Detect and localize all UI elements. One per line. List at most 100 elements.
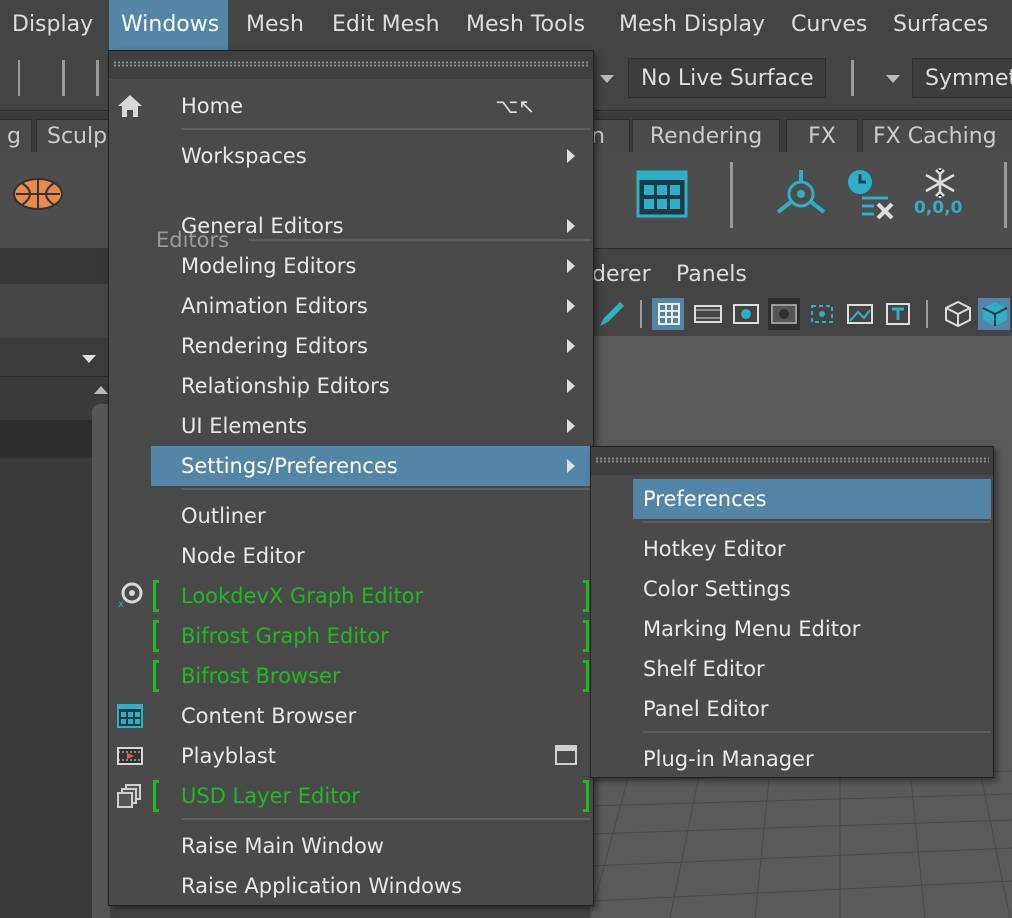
submenu-item-preferences[interactable]: Preferences [633, 479, 991, 519]
submenu-arrow-icon [567, 149, 575, 163]
menu-item-label: Raise Main Window [181, 834, 384, 858]
image-plane-icon[interactable] [844, 298, 876, 330]
scroll-up-icon[interactable] [94, 386, 108, 394]
viewport-menu-panels[interactable]: Panels [676, 258, 747, 292]
shelf-divider [1004, 162, 1007, 228]
menu-mesh[interactable]: Mesh [234, 0, 316, 50]
main-menubar: Display Windows Mesh Edit Mesh Mesh Tool… [0, 0, 1012, 50]
menu-item-label: Bifrost Graph Editor [181, 624, 389, 648]
submenu-arrow-icon [567, 379, 575, 393]
menu-separator [643, 731, 991, 733]
shelf-tab-fx-caching[interactable]: FX Caching [862, 119, 1012, 153]
status-divider [18, 60, 20, 96]
shelf-tab[interactable]: g [0, 119, 32, 153]
menu-item-node-editor[interactable]: Node Editor [151, 536, 591, 576]
menu-mesh-display[interactable]: Mesh Display [607, 0, 777, 50]
submenu-arrow-icon [567, 219, 575, 233]
menu-item-settings-preferences[interactable]: Settings/Preferences [151, 446, 591, 486]
chevron-down-icon[interactable] [600, 75, 614, 83]
menu-item-label: UI Elements [181, 414, 308, 438]
submenu-item-marking-menu-editor[interactable]: Marking Menu Editor [633, 609, 991, 649]
menu-item-usd-layer-editor[interactable]: USD Layer Editor [151, 776, 591, 816]
menu-curves[interactable]: Curves [779, 0, 879, 50]
menu-item-playblast[interactable]: Playblast [151, 736, 591, 776]
menu-edit-mesh[interactable]: Edit Mesh [320, 0, 452, 50]
viewport-menu-renderer[interactable]: derer [592, 258, 651, 292]
plugin-bracket-right [583, 660, 589, 692]
menu-item-label: Bifrost Browser [181, 664, 341, 688]
home-icon [118, 95, 142, 117]
shelf-tab-sculpting[interactable]: Sculp [36, 119, 116, 153]
shelf-tab-rendering[interactable]: Rendering [632, 119, 780, 153]
menu-item-modeling-editors[interactable]: Modeling Editors [151, 246, 591, 286]
menu-icon-strip [591, 475, 632, 777]
submenu-item-plug-in-manager[interactable]: Plug-in Manager [633, 739, 991, 779]
menu-item-animation-editors[interactable]: Animation Editors [151, 286, 591, 326]
pencil-icon[interactable] [596, 298, 628, 330]
menu-item-label: USD Layer Editor [181, 784, 360, 808]
menu-windows[interactable]: Windows [109, 0, 228, 50]
submenu-arrow-icon [567, 419, 575, 433]
menu-item-label: Rendering Editors [181, 334, 369, 358]
submenu-item-panel-editor[interactable]: Panel Editor [633, 689, 991, 729]
menu-mesh-tools[interactable]: Mesh Tools [454, 0, 597, 50]
menu-item-label: Playblast [181, 744, 277, 768]
menu-item-label: LookdevX Graph Editor [181, 584, 424, 608]
menu-item-rendering-editors[interactable]: Rendering Editors [151, 326, 591, 366]
gate-mask-icon[interactable] [768, 298, 800, 330]
menu-separator [181, 818, 591, 820]
left-panel [0, 248, 110, 918]
menu-separator [181, 128, 591, 130]
option-box-icon[interactable] [555, 745, 577, 765]
tearoff-handle[interactable] [591, 447, 993, 475]
menu-item-general-editors[interactable]: General Editors [151, 206, 591, 246]
content-browser-icon[interactable] [636, 170, 688, 218]
content-browser-icon [117, 704, 143, 728]
menu-item-home[interactable]: Home ⌥↖ [151, 86, 591, 126]
menu-display[interactable]: Display [0, 0, 105, 50]
live-surface-field[interactable]: No Live Surface [628, 58, 826, 98]
submenu-item-color-settings[interactable]: Color Settings [633, 569, 991, 609]
submenu-arrow-icon [567, 459, 575, 473]
menu-item-ui-elements[interactable]: UI Elements [151, 406, 591, 446]
symmetry-field[interactable]: Symmetr [912, 58, 1012, 98]
menu-item-workspaces[interactable]: Workspaces [151, 136, 591, 176]
wireframe-cube-icon[interactable] [942, 298, 974, 330]
menu-item-content-browser[interactable]: Content Browser [151, 696, 591, 736]
status-divider [62, 60, 65, 96]
clock-delete-icon[interactable] [844, 168, 896, 220]
submenu-item-hotkey-editor[interactable]: Hotkey Editor [633, 529, 991, 569]
menu-item-bifrost-browser[interactable]: Bifrost Browser [151, 656, 591, 696]
film-gate-icon[interactable] [692, 298, 724, 330]
shaded-cube-icon[interactable] [978, 298, 1010, 330]
menu-item-label: Node Editor [181, 544, 305, 568]
text-icon[interactable] [882, 298, 914, 330]
submenu-item-shelf-editor[interactable]: Shelf Editor [633, 649, 991, 689]
menu-item-label: General Editors [181, 214, 344, 238]
plugin-bracket-right [583, 780, 589, 812]
status-divider [851, 60, 854, 96]
hotkey-label: ⌥↖ [495, 94, 535, 118]
menu-separator [181, 488, 591, 490]
shelf-tab-fx[interactable]: FX [786, 119, 858, 153]
freeze-transform-icon[interactable] [916, 166, 964, 200]
menu-item-outliner[interactable]: Outliner [151, 496, 591, 536]
chevron-down-icon[interactable] [886, 75, 900, 83]
plugin-bracket-right [583, 580, 589, 612]
menu-item-raise-application-windows[interactable]: Raise Application Windows [151, 866, 591, 906]
menu-item-bifrost-graph-editor[interactable]: Bifrost Graph Editor [151, 616, 591, 656]
menu-item-raise-main-window[interactable]: Raise Main Window [151, 826, 591, 866]
panel-band [0, 284, 110, 338]
grid-icon[interactable] [652, 298, 684, 330]
menu-item-relationship-editors[interactable]: Relationship Editors [151, 366, 591, 406]
chevron-down-icon[interactable] [82, 355, 96, 363]
menu-separator [643, 521, 991, 523]
menu-surfaces[interactable]: Surfaces [881, 0, 1000, 50]
tearoff-handle[interactable] [109, 51, 593, 79]
locator-icon[interactable] [774, 168, 828, 218]
resolution-gate-icon[interactable] [730, 298, 762, 330]
menu-item-lookdevx-graph-editor[interactable]: LookdevX Graph Editor [151, 576, 591, 616]
basketball-icon[interactable] [12, 176, 64, 212]
field-chart-icon[interactable] [806, 298, 838, 330]
submenu-arrow-icon [567, 259, 575, 273]
